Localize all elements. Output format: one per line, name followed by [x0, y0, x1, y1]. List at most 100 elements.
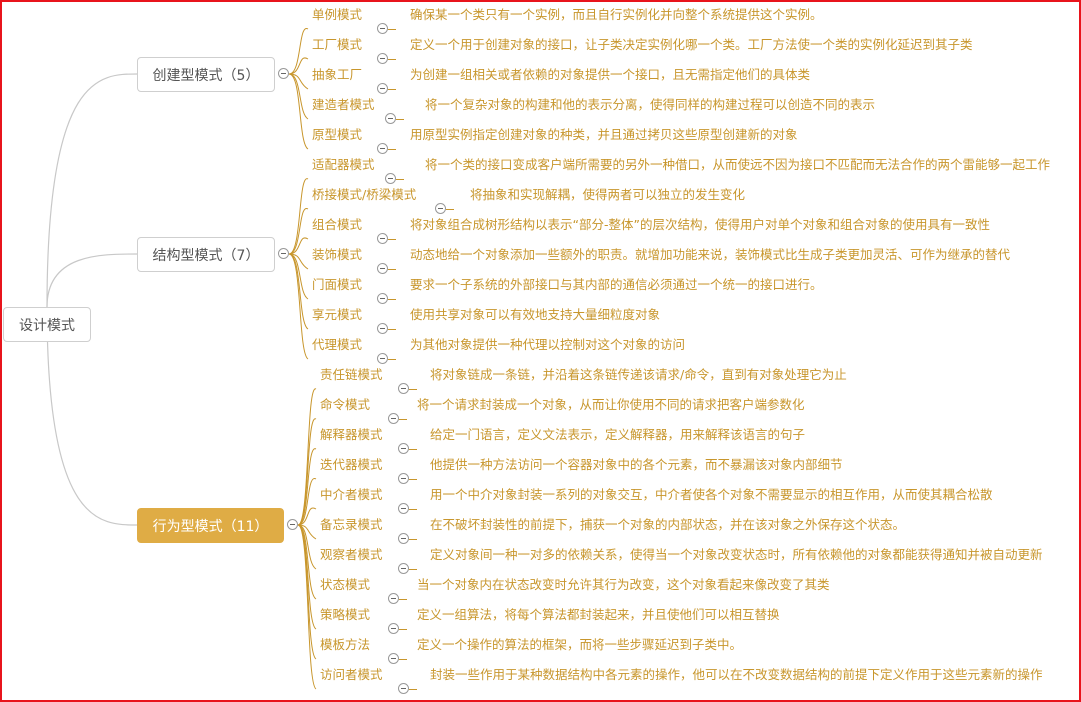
connector-tail [399, 629, 407, 630]
pattern-description[interactable]: 当一个对象内在状态改变时允许其行为改变，这个对象看起来像改变了其类 [417, 577, 830, 593]
pattern-description[interactable]: 定义对象间一种一对多的依赖关系，使得当一个对象改变状态时，所有依赖他的对象都能获… [430, 547, 1043, 563]
collapse-icon[interactable] [385, 113, 396, 124]
collapse-icon[interactable] [398, 443, 409, 454]
collapse-icon[interactable] [388, 413, 399, 424]
pattern-name[interactable]: 观察者模式 [320, 547, 383, 563]
collapse-icon[interactable] [398, 383, 409, 394]
connector-tail [388, 59, 396, 60]
connector-line [288, 237, 309, 255]
collapse-icon[interactable] [377, 53, 388, 64]
pattern-description[interactable]: 用原型实例指定创建对象的种类，并且通过拷贝这些原型创建新的对象 [410, 127, 798, 143]
connector-line [288, 73, 309, 150]
pattern-name[interactable]: 适配器模式 [312, 157, 375, 173]
pattern-name[interactable]: 状态模式 [320, 577, 370, 593]
root-label: 设计模式 [19, 317, 75, 334]
category-node-creational[interactable]: 创建型模式（5） [137, 57, 275, 92]
collapse-icon[interactable] [377, 293, 388, 304]
collapse-icon[interactable] [377, 323, 388, 334]
pattern-description[interactable]: 为其他对象提供一种代理以控制对这个对象的访问 [410, 337, 685, 353]
pattern-description[interactable]: 要求一个子系统的外部接口与其内部的通信必须通过一个统一的接口进行。 [410, 277, 823, 293]
pattern-name[interactable]: 解释器模式 [320, 427, 383, 443]
collapse-icon[interactable] [398, 503, 409, 514]
collapse-icon[interactable] [377, 353, 388, 364]
pattern-description[interactable]: 在不破坏封装性的前提下，捕获一个对象的内部状态，并在该对象之外保存这个状态。 [430, 517, 905, 533]
connector-line [288, 178, 309, 255]
pattern-description[interactable]: 将一个类的接口变成客户端所需要的另外一种借口，从而使远不因为接口不匹配而无法合作… [425, 157, 1050, 173]
pattern-description[interactable]: 确保某一个类只有一个实例，而且自行实例化并向整个系统提供这个实例。 [410, 7, 823, 23]
connector-tail [396, 119, 404, 120]
pattern-name[interactable]: 组合模式 [312, 217, 362, 233]
category-node-behavioral[interactable]: 行为型模式（11） [137, 508, 284, 543]
category-label: 创建型模式（5） [152, 67, 260, 84]
pattern-description[interactable]: 封装一些作用于某种数据结构中各元素的操作，他可以在不改变数据结构的前提下定义作用… [430, 667, 1043, 683]
collapse-icon[interactable] [287, 519, 298, 530]
connector-tail [388, 359, 396, 360]
pattern-description[interactable]: 将对象链成一条链，并沿着这条链传递该请求/命令，直到有对象处理它为止 [430, 367, 847, 383]
root-node[interactable]: 设计模式 [3, 307, 91, 342]
pattern-name[interactable]: 享元模式 [312, 307, 362, 323]
collapse-icon[interactable] [278, 248, 289, 259]
connector-tail [388, 29, 396, 30]
connector-tail [409, 449, 417, 450]
collapse-icon[interactable] [377, 263, 388, 274]
pattern-description[interactable]: 用一个中介对象封装一系列的对象交互，中介者使各个对象不需要显示的相互作用，从而使… [430, 487, 993, 503]
pattern-description[interactable]: 使用共享对象可以有效地支持大量细粒度对象 [410, 307, 660, 323]
pattern-name[interactable]: 策略模式 [320, 607, 370, 623]
connector-tail [388, 299, 396, 300]
connector-tail [399, 659, 407, 660]
collapse-icon[interactable] [385, 173, 396, 184]
pattern-name[interactable]: 迭代器模式 [320, 457, 383, 473]
pattern-description[interactable]: 定义一个用于创建对象的接口，让子类决定实例化哪一个类。工厂方法使一个类的实例化延… [410, 37, 973, 53]
pattern-name[interactable]: 装饰模式 [312, 247, 362, 263]
pattern-name[interactable]: 工厂模式 [312, 37, 362, 53]
collapse-icon[interactable] [388, 653, 399, 664]
pattern-name[interactable]: 责任链模式 [320, 367, 383, 383]
collapse-icon[interactable] [398, 683, 409, 694]
pattern-name[interactable]: 单例模式 [312, 7, 362, 23]
pattern-description[interactable]: 定义一组算法，将每个算法都封装起来，并且使他们可以相互替换 [417, 607, 780, 623]
mind-map-canvas: 设计模式 创建型模式（5） 单例模式 确保某一个类只有一个实例，而且自行实例化并向整… [0, 0, 1081, 702]
pattern-description[interactable]: 定义一个操作的算法的框架，而将一些步骤延迟到子类中。 [417, 637, 742, 653]
pattern-name[interactable]: 备忘录模式 [320, 517, 383, 533]
category-node-structural[interactable]: 结构型模式（7） [137, 237, 275, 272]
collapse-icon[interactable] [377, 143, 388, 154]
collapse-icon[interactable] [377, 23, 388, 34]
connector-tail [388, 149, 396, 150]
collapse-icon[interactable] [388, 593, 399, 604]
collapse-icon[interactable] [377, 83, 388, 94]
pattern-name[interactable]: 访问者模式 [320, 667, 383, 683]
pattern-name[interactable]: 原型模式 [312, 127, 362, 143]
pattern-description[interactable]: 将一个请求封装成一个对象，从而让你使用不同的请求把客户端参数化 [417, 397, 805, 413]
pattern-description[interactable]: 将一个复杂对象的构建和他的表示分离，使得同样的构建过程可以创造不同的表示 [425, 97, 875, 113]
collapse-icon[interactable] [278, 68, 289, 79]
connector-line [288, 57, 309, 75]
pattern-name[interactable]: 抽象工厂 [312, 67, 362, 83]
pattern-name[interactable]: 桥接模式/桥梁模式 [312, 187, 416, 203]
pattern-description[interactable]: 为创建一组相关或者依赖的对象提供一个接口，且无需指定他们的具体类 [410, 67, 810, 83]
connector-tail [409, 569, 417, 570]
pattern-name[interactable]: 建造者模式 [312, 97, 375, 113]
pattern-name[interactable]: 中介者模式 [320, 487, 383, 503]
collapse-icon[interactable] [435, 203, 446, 214]
pattern-description[interactable]: 他提供一种方法访问一个容器对象中的各个元素，而不暴漏该对象内部细节 [430, 457, 843, 473]
collapse-icon[interactable] [377, 233, 388, 244]
connector-tail [409, 689, 417, 690]
category-label: 行为型模式（11） [152, 518, 269, 535]
pattern-description[interactable]: 给定一门语言，定义文法表示，定义解释器，用来解释该语言的句子 [430, 427, 805, 443]
pattern-name[interactable]: 命令模式 [320, 397, 370, 413]
connector-tail [396, 179, 404, 180]
collapse-icon[interactable] [398, 533, 409, 544]
connector-tail [399, 419, 407, 420]
collapse-icon[interactable] [398, 473, 409, 484]
connector-tail [388, 89, 396, 90]
pattern-name[interactable]: 模板方法 [320, 637, 370, 653]
pattern-description[interactable]: 动态地给一个对象添加一些额外的职责。就增加功能来说，装饰模式比生成子类更加灵活、… [410, 247, 1010, 263]
pattern-name[interactable]: 门面模式 [312, 277, 362, 293]
connector-tail [409, 539, 417, 540]
collapse-icon[interactable] [398, 563, 409, 574]
connector-tail [388, 239, 396, 240]
pattern-name[interactable]: 代理模式 [312, 337, 362, 353]
collapse-icon[interactable] [388, 623, 399, 634]
pattern-description[interactable]: 将抽象和实现解耦，使得两者可以独立的发生变化 [470, 187, 745, 203]
pattern-description[interactable]: 将对象组合成树形结构以表示“部分-整体”的层次结构，使得用户对单个对象和组合对象… [410, 217, 990, 233]
